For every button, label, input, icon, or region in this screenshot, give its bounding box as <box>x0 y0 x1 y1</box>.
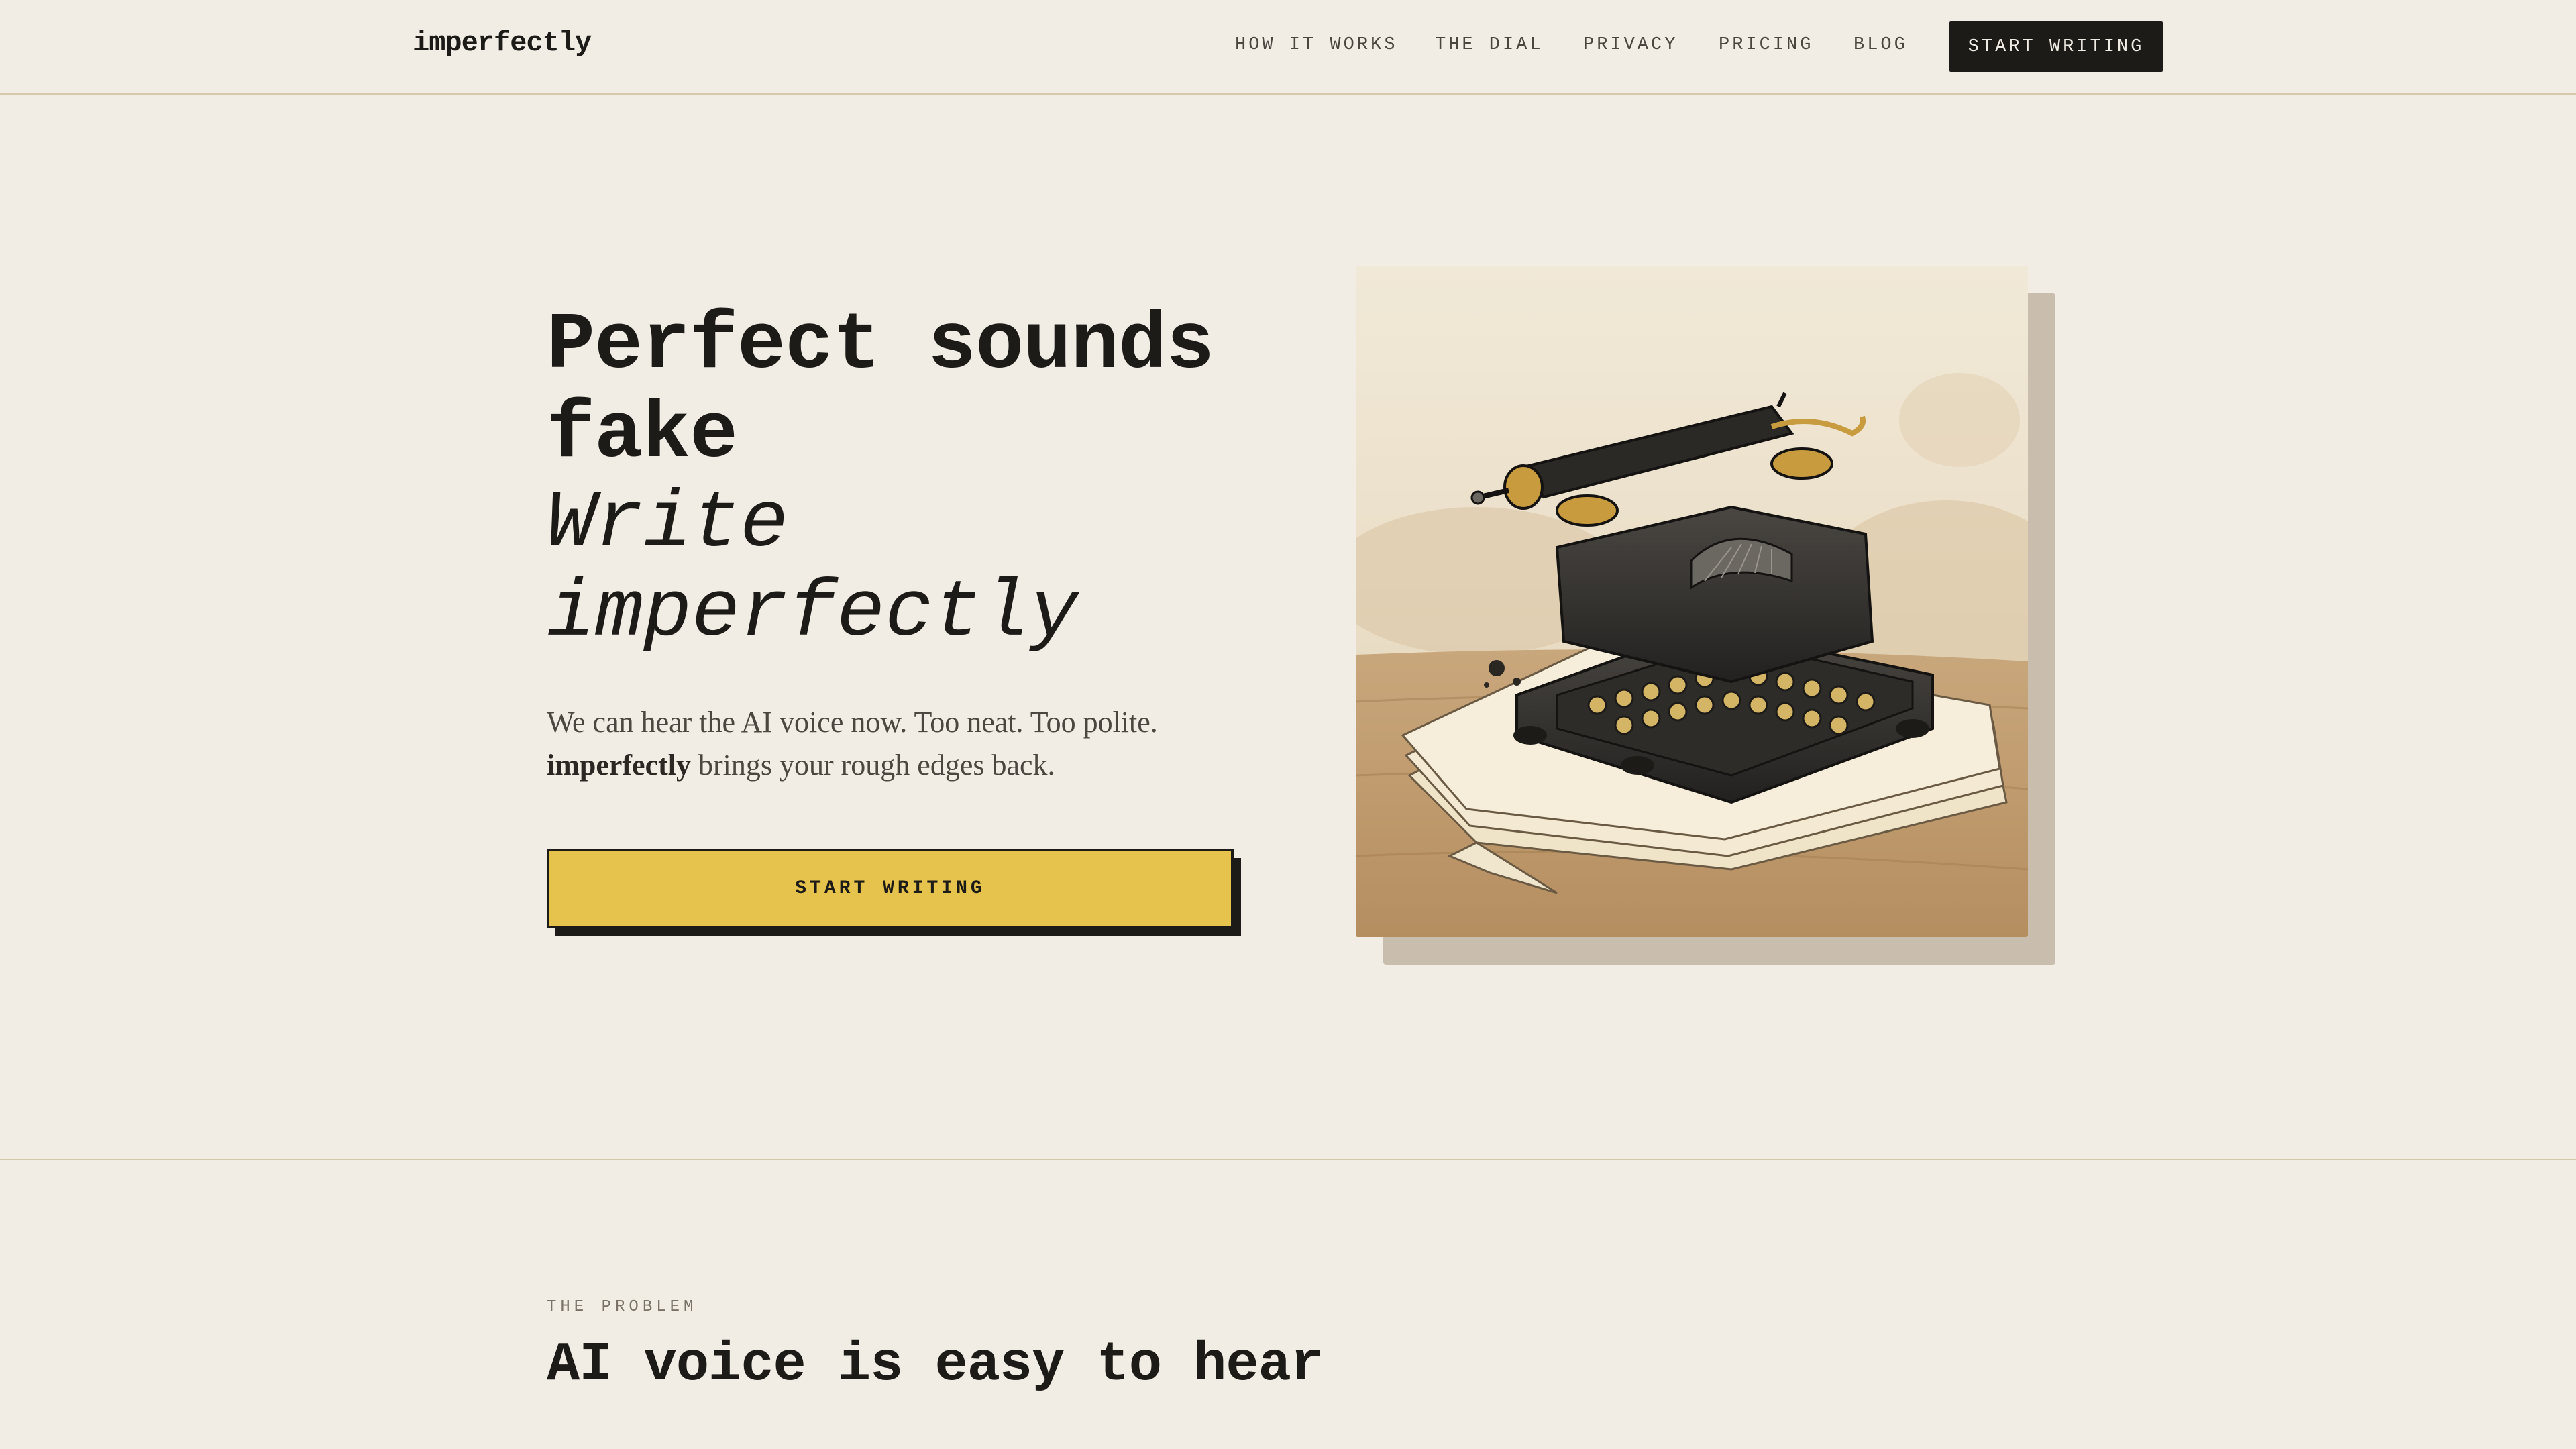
section-eyebrow: THE PROBLEM <box>547 1298 698 1316</box>
hero-subtitle-rest: brings your rough edges back. <box>691 749 1055 782</box>
nav-how-it-works[interactable]: HOW IT WORKS <box>1235 35 1397 55</box>
typewriter-icon <box>1356 266 2028 937</box>
logo[interactable]: imperfectly <box>413 27 592 59</box>
hero-title-line: Perfect sounds <box>547 301 1214 392</box>
site-header: imperfectly HOW IT WORKS THE DIAL PRIVAC… <box>0 0 2576 95</box>
hero-start-writing-button[interactable]: START WRITING <box>547 849 1234 928</box>
hero-subtitle: We can hear the AI voice now. Too neat. … <box>547 701 1251 787</box>
hero-title-italic-line: imperfectly <box>547 568 1079 659</box>
hero-subtitle-line: We can hear the AI voice now. Too neat. … <box>547 706 1158 739</box>
hero-title-italic-line: Write <box>547 479 789 570</box>
nav-blog[interactable]: BLOG <box>1854 35 1908 55</box>
header-start-writing-button[interactable]: START WRITING <box>1949 21 2163 72</box>
section-title: AI voice is easy to hear <box>547 1334 1324 1396</box>
hero-subtitle-brand: imperfectly <box>547 749 691 782</box>
hero-title-line: fake <box>547 390 738 481</box>
typewriter-illustration <box>1356 266 2028 937</box>
nav-the-dial[interactable]: THE DIAL <box>1435 35 1544 55</box>
section-divider <box>0 1159 2576 1160</box>
nav-privacy[interactable]: PRIVACY <box>1583 35 1678 55</box>
nav-pricing[interactable]: PRICING <box>1719 35 1813 55</box>
hero-title: Perfect sounds fake Write imperfectly <box>547 302 1214 659</box>
